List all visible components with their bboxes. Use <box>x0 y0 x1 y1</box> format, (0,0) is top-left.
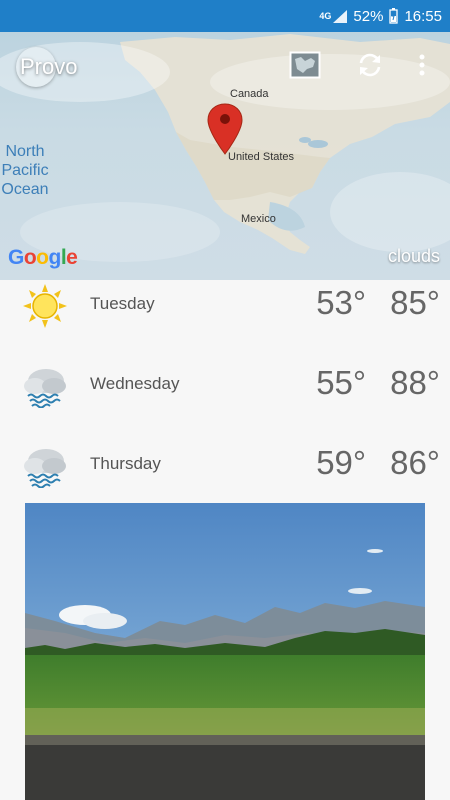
google-logo-letter: o <box>36 246 49 269</box>
high-temp: 86° <box>390 444 440 481</box>
day-temperatures: 53° 85° <box>316 284 440 322</box>
forecast-list: Tuesday 53° 85° Wednesday 55° 88° Thursday <box>0 280 450 520</box>
map-label-mexico: Mexico <box>241 213 276 225</box>
sun-icon <box>23 284 67 328</box>
battery-percent: 52% <box>353 7 384 25</box>
day-name: Tuesday <box>90 294 155 313</box>
google-logo-letter: o <box>23 246 37 269</box>
high-temp: 85° <box>390 284 440 321</box>
more-vert-icon <box>419 54 425 76</box>
map-view-button[interactable] <box>288 50 322 80</box>
rain-cloud-icon <box>24 449 66 488</box>
google-logo-letter: G <box>8 246 24 269</box>
forecast-row[interactable]: Tuesday 53° 85° <box>0 280 450 360</box>
day-temperatures: 55° 88° <box>316 364 440 402</box>
map-label-ocean: North Pacific Ocean <box>0 142 50 199</box>
refresh-button[interactable] <box>354 50 386 80</box>
day-temperatures: 59° 86° <box>316 444 440 482</box>
rain-cloud-icon <box>24 369 66 408</box>
refresh-icon <box>359 53 381 77</box>
day-name: Wednesday <box>90 374 180 393</box>
low-temp: 55° <box>316 364 367 401</box>
city-title: Provo <box>20 54 78 79</box>
network-indicator: 4G <box>319 9 348 23</box>
day-name: Thursday <box>90 454 161 473</box>
map-layer-label: clouds <box>387 246 440 266</box>
low-temp: 53° <box>316 284 367 321</box>
ocean-label-line3: Ocean <box>1 181 49 198</box>
status-bar: 4G 52% 16:55 <box>0 0 450 32</box>
forecast-row[interactable]: Wednesday 55° 88° <box>0 360 450 440</box>
network-type: 4G <box>319 11 332 21</box>
more-options-button[interactable] <box>410 50 434 80</box>
high-temp: 88° <box>390 364 440 401</box>
signal-icon <box>333 9 348 23</box>
landscape-image <box>25 503 425 800</box>
google-logo-letter: e <box>66 246 78 269</box>
google-logo: Google <box>8 246 78 270</box>
map-label-canada: Canada <box>230 88 269 100</box>
low-temp: 59° <box>316 444 367 481</box>
battery-icon <box>389 8 399 24</box>
google-logo-letter: g <box>48 246 62 269</box>
clock: 16:55 <box>404 7 442 25</box>
ocean-label-line1: North <box>5 143 45 160</box>
ocean-label-line2: Pacific <box>1 162 49 179</box>
map-view-icon <box>289 51 321 79</box>
location-photo <box>25 503 425 800</box>
location-pin-icon[interactable] <box>206 102 244 156</box>
map-header[interactable]: Provo Canada United States Mexico North … <box>0 32 450 280</box>
